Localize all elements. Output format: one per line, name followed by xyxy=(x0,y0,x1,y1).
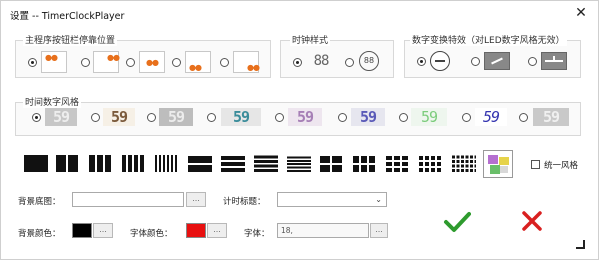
layout-tile-14[interactable] xyxy=(452,155,476,172)
digit-style-radio-6[interactable] xyxy=(338,113,347,122)
timer-title-select[interactable]: ⌄ xyxy=(277,192,387,207)
close-icon[interactable]: ✕ xyxy=(572,4,590,22)
layout-tile-12[interactable] xyxy=(386,155,410,172)
resize-grip-icon[interactable] xyxy=(574,238,586,250)
analog-clock-preview[interactable]: 88 xyxy=(359,51,379,71)
layout-tile-11[interactable] xyxy=(353,155,377,172)
clock-style-label: 时钟样式 xyxy=(290,33,331,46)
bg-color-browse-button[interactable]: ... xyxy=(93,223,113,238)
digit-style-preview-9[interactable]: 59 xyxy=(533,108,569,126)
effect-split-icon[interactable] xyxy=(541,52,567,70)
font-color-browse-button[interactable]: ... xyxy=(207,223,227,238)
layout-tile-8[interactable] xyxy=(254,155,278,172)
digit-style-radio-7[interactable] xyxy=(399,113,408,122)
layout-tile-1[interactable] xyxy=(24,155,48,172)
digit-style-preview-6[interactable]: 59 xyxy=(351,108,385,126)
font-label: 字体： xyxy=(244,229,270,239)
chevron-down-icon: ⌄ xyxy=(375,195,382,204)
font-input[interactable]: 18, xyxy=(277,223,369,238)
digit-style-radio-9[interactable] xyxy=(519,113,528,122)
timer-title-label: 计时标题： xyxy=(223,197,266,207)
settings-window: 设置 -- TimerClockPlayer ✕ 主程序按钮栏停靠位置 ●● ●… xyxy=(0,0,599,260)
effect-radio-1[interactable] xyxy=(417,57,426,66)
position-option-4[interactable]: ●● xyxy=(185,51,211,73)
digit-style-preview-1[interactable]: 59 xyxy=(45,108,77,126)
position-dots: ●● xyxy=(189,63,202,72)
unify-style-label: 统一风格 xyxy=(544,161,579,171)
digit-style-radio-4[interactable] xyxy=(207,113,216,122)
layout-tile-9[interactable] xyxy=(287,155,311,172)
digit-style-radio-3[interactable] xyxy=(147,113,156,122)
layout-tile-5[interactable] xyxy=(155,155,179,172)
position-radio-2[interactable] xyxy=(81,58,90,67)
digital-clock-preview[interactable]: 88 xyxy=(307,52,335,70)
position-radio-5[interactable] xyxy=(220,58,229,67)
digit-style-preview-3[interactable]: 59 xyxy=(159,108,193,126)
position-option-3[interactable]: ●● xyxy=(139,51,165,73)
digit-effect-label: 数字变换特效（对LED数字风格无效） xyxy=(410,33,567,46)
position-radio-3[interactable] xyxy=(126,58,135,67)
window-title: 设置 -- TimerClockPlayer xyxy=(10,11,125,22)
position-dots: ●● xyxy=(247,63,260,72)
clock-analog-radio[interactable] xyxy=(345,58,354,67)
layout-tile-10[interactable] xyxy=(320,155,344,172)
analog-clock-digits: 88 xyxy=(363,56,375,65)
position-radio-1[interactable] xyxy=(28,58,37,67)
digit-style-radio-8[interactable] xyxy=(462,113,471,122)
digit-style-preview-2[interactable]: 59 xyxy=(103,108,135,126)
digit-style-preview-8[interactable]: 59 xyxy=(475,108,507,126)
checkmark-icon[interactable] xyxy=(443,211,471,233)
title-bar: 设置 -- TimerClockPlayer ✕ xyxy=(1,1,598,27)
digit-style-radio-2[interactable] xyxy=(91,113,100,122)
digit-style-label: 时间数字风格 xyxy=(23,95,82,108)
layout-tile-13[interactable] xyxy=(419,155,443,172)
position-radio-4[interactable] xyxy=(172,58,181,67)
position-option-2[interactable]: ●● xyxy=(93,51,120,73)
digit-style-radio-5[interactable] xyxy=(275,113,284,122)
layout-tile-7[interactable] xyxy=(221,155,245,172)
position-dots: ●● xyxy=(45,53,58,62)
unify-style-checkbox[interactable] xyxy=(531,160,540,169)
font-color-swatch[interactable] xyxy=(186,223,206,238)
digit-style-radio-1[interactable] xyxy=(32,113,41,122)
digit-style-preview-5[interactable]: 59 xyxy=(288,108,322,126)
bg-color-swatch[interactable] xyxy=(72,223,92,238)
effect-slide-icon[interactable] xyxy=(484,52,510,70)
position-dots: ●● xyxy=(107,53,120,62)
position-dots: ●● xyxy=(146,58,159,67)
button-position-label: 主程序按钮栏停靠位置 xyxy=(23,33,118,46)
effect-radio-2[interactable] xyxy=(471,57,480,66)
layout-tile-2[interactable] xyxy=(56,155,80,172)
effect-radio-3[interactable] xyxy=(528,57,537,66)
bg-image-browse-button[interactable]: ... xyxy=(186,192,206,207)
bg-image-input[interactable] xyxy=(72,192,184,207)
position-option-5[interactable]: ●● xyxy=(233,51,260,73)
digit-style-preview-7[interactable]: 59 xyxy=(411,108,447,126)
font-color-label: 字体颜色： xyxy=(130,229,173,239)
font-browse-button[interactable]: ... xyxy=(370,223,388,238)
position-option-1[interactable]: ●● xyxy=(41,51,67,73)
bg-image-label: 背景底图： xyxy=(18,197,61,207)
layout-color-tile[interactable] xyxy=(483,150,513,178)
cross-icon[interactable] xyxy=(520,209,544,233)
bg-color-label: 背景颜色： xyxy=(18,229,61,239)
layout-tile-4[interactable] xyxy=(122,155,146,172)
clock-digital-radio[interactable] xyxy=(293,58,302,67)
layout-tile-6[interactable] xyxy=(188,155,212,172)
effect-none-icon[interactable] xyxy=(430,51,450,71)
digit-style-preview-4[interactable]: 59 xyxy=(221,108,261,126)
layout-tile-3[interactable] xyxy=(89,155,113,172)
